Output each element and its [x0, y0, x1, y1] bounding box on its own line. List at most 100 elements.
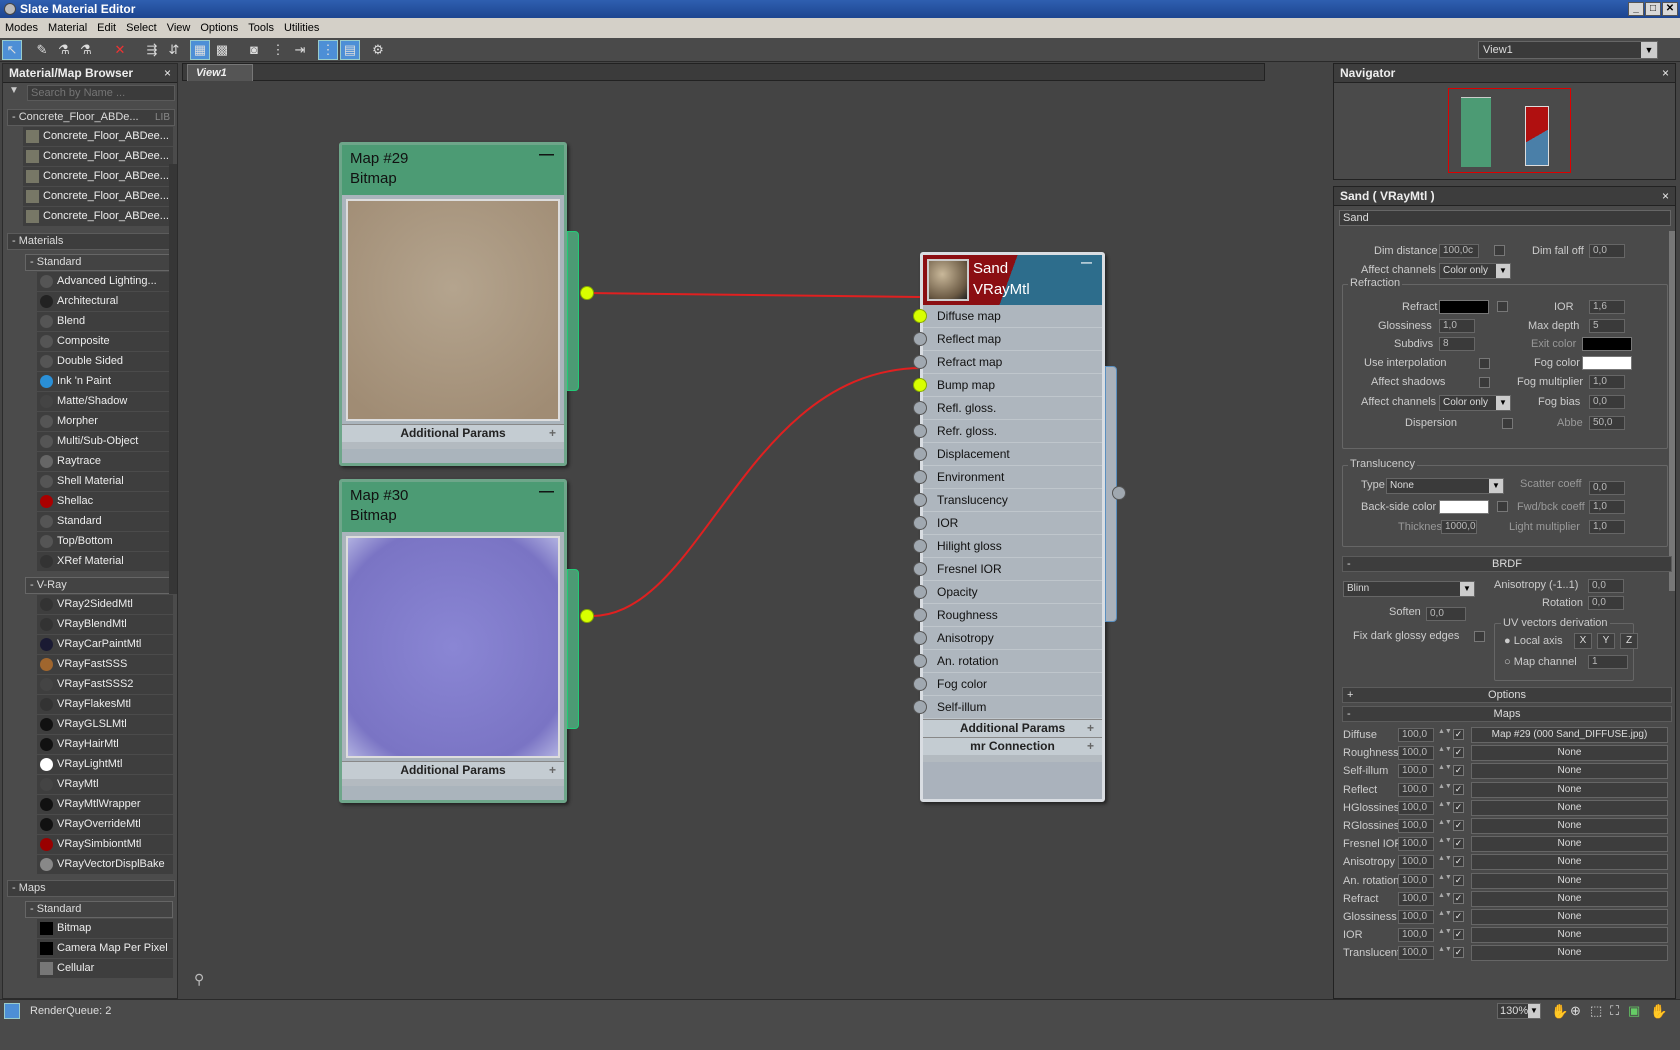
input-socket[interactable] — [913, 516, 927, 530]
menu-modes[interactable]: Modes — [0, 18, 43, 38]
list-item[interactable]: Concrete_Floor_ABDee... — [23, 127, 173, 146]
map-enable-checkbox[interactable]: ✓ — [1453, 838, 1464, 850]
list-item[interactable]: VRay2SidedMtl — [37, 595, 173, 614]
spinner-icon[interactable]: ▲▼ — [1438, 910, 1452, 924]
input-socket[interactable] — [913, 700, 927, 714]
map-amount-field[interactable]: 100,0 — [1398, 910, 1434, 924]
slot-fresnel-ior[interactable]: Fresnel IOR — [913, 558, 1102, 581]
map-amount-field[interactable]: 100,0 — [1398, 819, 1434, 833]
slot-displacement[interactable]: Displacement — [913, 443, 1102, 466]
material-id-icon[interactable]: ◙ — [244, 40, 264, 60]
map-enable-checkbox[interactable]: ✓ — [1453, 801, 1464, 813]
map-enable-checkbox[interactable]: ✓ — [1453, 747, 1464, 759]
exit-color-swatch[interactable] — [1582, 337, 1632, 351]
list-item[interactable]: XRef Material — [37, 552, 173, 571]
close-window-button[interactable]: ✕ — [1662, 2, 1678, 16]
input-socket[interactable] — [913, 309, 927, 323]
map-slot-button[interactable]: None — [1471, 781, 1668, 798]
map-enable-checkbox[interactable]: ✓ — [1453, 783, 1464, 795]
list-item[interactable]: Matte/Shadow — [37, 392, 173, 411]
list-item[interactable]: Concrete_Floor_ABDee... — [23, 187, 173, 206]
browser-scrollbar[interactable] — [169, 164, 177, 594]
list-item[interactable]: Concrete_Floor_ABDee... — [23, 147, 173, 166]
list-item[interactable]: Concrete_Floor_ABDee... — [23, 207, 173, 226]
list-item[interactable]: VRaySimbiontMtl — [37, 835, 173, 854]
menu-edit[interactable]: Edit — [92, 18, 121, 38]
slot-hilight-gloss[interactable]: Hilight gloss — [913, 535, 1102, 558]
brdf-type-dropdown[interactable]: Blinn ▼ — [1343, 581, 1475, 597]
input-socket[interactable] — [913, 493, 927, 507]
fix-dark-glossy-checkbox[interactable] — [1474, 631, 1485, 642]
map-slot-button[interactable]: None — [1471, 836, 1668, 853]
input-socket[interactable] — [913, 608, 927, 622]
maps-group[interactable]: - Maps — [7, 880, 175, 897]
map-amount-field[interactable]: 100,0 — [1398, 873, 1434, 888]
anisotropy-field[interactable]: 0,0 — [1588, 579, 1624, 593]
map-enable-checkbox[interactable]: ✓ — [1453, 874, 1464, 886]
zoom-region-icon[interactable]: ⬚ — [1590, 1000, 1602, 1022]
sand-output-socket[interactable] — [1112, 486, 1126, 500]
spinner-icon[interactable]: ▲▼ — [1438, 928, 1452, 942]
slot-opacity[interactable]: Opacity — [913, 581, 1102, 604]
map-amount-field[interactable]: 100,0 — [1398, 837, 1434, 852]
axis-x-button[interactable]: X — [1574, 633, 1592, 649]
layout-children-icon[interactable]: ⇥ — [290, 40, 310, 60]
render-queue-icon[interactable] — [4, 1003, 20, 1019]
input-socket[interactable] — [913, 470, 927, 484]
map-enable-checkbox[interactable]: ✓ — [1453, 729, 1464, 740]
input-socket[interactable] — [913, 585, 927, 599]
map-enable-checkbox[interactable]: ✓ — [1453, 929, 1464, 941]
maps-standard-subgroup[interactable]: - Standard — [25, 901, 173, 918]
list-item[interactable]: Bitmap — [37, 919, 173, 938]
axis-z-button[interactable]: Z — [1620, 633, 1638, 649]
brdf-rollout[interactable]: - BRDF — [1342, 556, 1672, 572]
delete-icon[interactable]: ✕ — [110, 40, 130, 60]
map30-output-socket[interactable] — [580, 609, 594, 623]
input-socket[interactable] — [913, 447, 927, 461]
dispersion-checkbox[interactable] — [1502, 418, 1513, 429]
map-channel-field[interactable]: 1 — [1588, 655, 1628, 669]
fog-bias-field[interactable]: 0,0 — [1589, 395, 1625, 409]
spinner-icon[interactable]: ▲▼ — [1438, 728, 1452, 742]
list-item[interactable]: VRayOverrideMtl — [37, 815, 173, 834]
list-item[interactable]: Cellular — [37, 959, 173, 978]
slot-roughness[interactable]: Roughness — [913, 604, 1102, 627]
input-socket[interactable] — [913, 677, 927, 691]
list-item[interactable]: Advanced Lighting... — [37, 272, 173, 291]
abbe-field[interactable]: 50,0 — [1589, 416, 1625, 430]
parameter-editor-toggle-icon[interactable]: ▤ — [340, 40, 360, 60]
input-socket[interactable] — [913, 401, 927, 415]
spinner-icon[interactable]: ▲▼ — [1438, 946, 1452, 960]
node-map30[interactable]: Map #30 Bitmap — Additional Params + — [339, 479, 567, 803]
node-sand-header[interactable]: Sand VRayMtl — — [923, 255, 1102, 305]
slot-translucency[interactable]: Translucency — [913, 489, 1102, 512]
map-slot-button[interactable]: None — [1471, 909, 1668, 925]
spinner-icon[interactable]: ▲▼ — [1438, 746, 1452, 760]
input-socket[interactable] — [913, 378, 927, 392]
map-slot-button[interactable]: None — [1471, 890, 1668, 907]
map-slot-button[interactable]: None — [1471, 927, 1668, 944]
dim-falloff-field[interactable]: 0,0 — [1589, 244, 1625, 258]
map29-output-socket[interactable] — [580, 286, 594, 300]
axis-y-button[interactable]: Y — [1597, 633, 1615, 649]
map-amount-field[interactable]: 100,0 — [1398, 855, 1434, 870]
list-item[interactable]: VRayBlendMtl — [37, 615, 173, 634]
map-slot-button[interactable]: None — [1471, 818, 1668, 834]
spinner-icon[interactable]: ▲▼ — [1438, 837, 1452, 851]
list-item[interactable]: VRayFastSSS2 — [37, 675, 173, 694]
input-socket[interactable] — [913, 654, 927, 668]
spinner-icon[interactable]: ▲▼ — [1438, 855, 1452, 869]
material-name-field[interactable]: Sand — [1339, 210, 1671, 226]
tab-view1[interactable]: View1 — [187, 64, 253, 81]
affect-channels-dropdown[interactable]: Color only ▼ — [1439, 263, 1511, 279]
maps-rollout[interactable]: - Maps — [1342, 706, 1672, 722]
select-by-material-icon[interactable]: ⚙ — [368, 40, 388, 60]
pan-to-selected-icon[interactable]: ✋ — [1650, 1000, 1667, 1022]
put-to-scene-icon[interactable]: ⚗ — [54, 40, 74, 60]
zoom-icon[interactable]: ⊕ — [1570, 1000, 1581, 1022]
spinner-icon[interactable]: ▲▼ — [1438, 801, 1452, 815]
map-enable-checkbox[interactable]: ✓ — [1453, 911, 1464, 922]
slot-anisotropy[interactable]: Anisotropy — [913, 627, 1102, 650]
minimize-icon[interactable]: — — [539, 482, 554, 502]
view-selector[interactable]: View1 ▼ — [1478, 41, 1658, 59]
